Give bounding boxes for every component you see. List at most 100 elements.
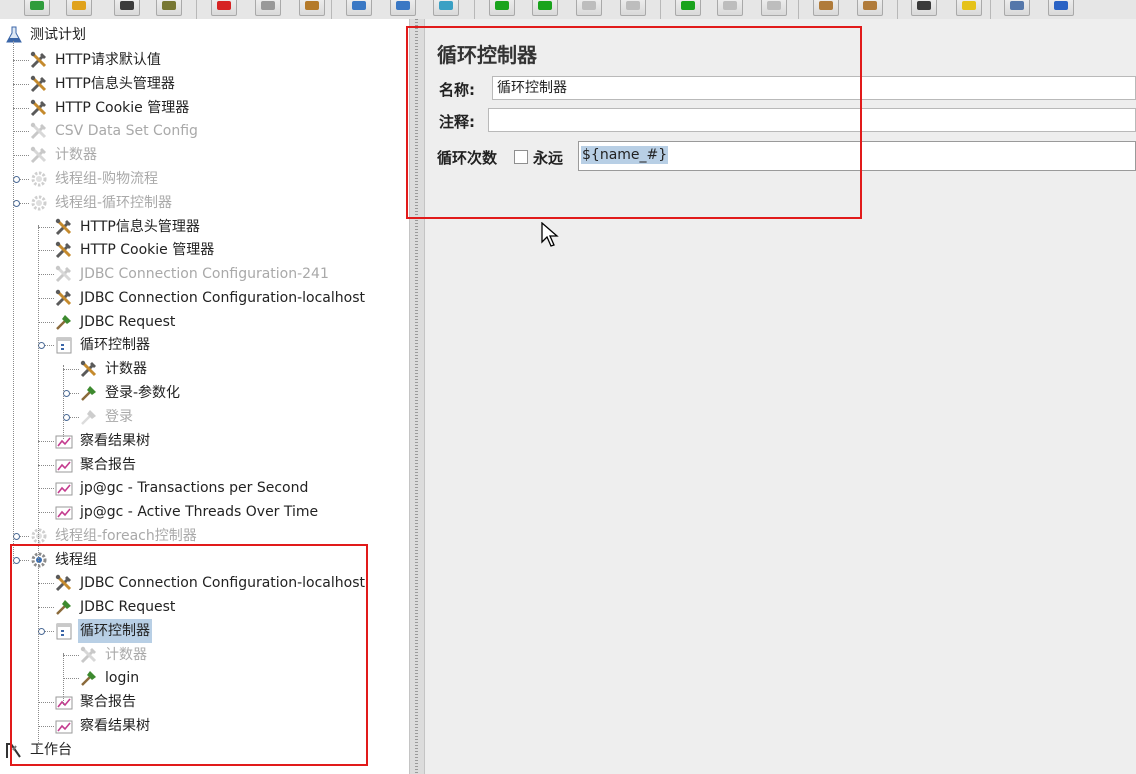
- config-element-icon: [54, 217, 74, 237]
- tree-node-label: JDBC Connection Configuration-241: [80, 266, 329, 282]
- collapse-button[interactable]: [390, 0, 416, 16]
- clear-button[interactable]: [813, 0, 839, 16]
- tree-node[interactable]: 察看结果树: [54, 429, 152, 453]
- tree-node-label: 聚合报告: [80, 457, 136, 473]
- start-no-pauses-button[interactable]: [532, 0, 558, 16]
- tree-node[interactable]: JDBC Request: [54, 310, 177, 334]
- config-element-icon: [79, 359, 99, 379]
- tree-node-label: 测试计划: [30, 27, 86, 43]
- tree-connector: [38, 227, 54, 228]
- expand-toggle-icon[interactable]: [63, 390, 70, 397]
- remote-stop-icon: [723, 1, 737, 10]
- tree-connector: [38, 465, 54, 466]
- paste-button[interactable]: [299, 0, 325, 16]
- highlight-box-thread-group: [10, 544, 368, 766]
- expand-button[interactable]: [346, 0, 372, 16]
- copy-icon: [261, 1, 275, 10]
- copy-button[interactable]: [255, 0, 281, 16]
- help-icon: [1054, 1, 1068, 10]
- help-button[interactable]: [1048, 0, 1074, 16]
- tree-node-label: JDBC Connection Configuration-localhost: [80, 290, 365, 306]
- remote-stop-button[interactable]: [717, 0, 743, 16]
- tree-node-label: 计数器: [55, 147, 97, 163]
- folder-button[interactable]: [66, 0, 92, 16]
- search-button[interactable]: [911, 0, 937, 16]
- tree-connector: [13, 131, 29, 132]
- toolbar-separator: [798, 0, 799, 19]
- tree-node-label: HTTP信息头管理器: [80, 219, 200, 235]
- open-button[interactable]: [24, 0, 50, 16]
- tree-node[interactable]: 计数器: [79, 357, 149, 381]
- tree-node[interactable]: CSV Data Set Config: [29, 119, 200, 143]
- tree-node[interactable]: JDBC Connection Configuration-localhost: [54, 286, 367, 310]
- remote-start-button[interactable]: [675, 0, 701, 16]
- tree-node-label: HTTP信息头管理器: [55, 76, 175, 92]
- shutdown-button[interactable]: [620, 0, 646, 16]
- loop-controller-icon: [54, 335, 74, 355]
- config-element-icon: [54, 264, 74, 284]
- start-icon: [495, 1, 509, 10]
- config-element-icon: [29, 145, 49, 165]
- stop-icon: [582, 1, 596, 10]
- tree-node[interactable]: HTTP请求默认值: [29, 48, 163, 72]
- save-icon: [120, 1, 134, 10]
- function-helper-button[interactable]: [1004, 0, 1030, 16]
- listener-icon: [54, 502, 74, 522]
- clear-icon: [819, 1, 833, 10]
- expand-toggle-icon[interactable]: [13, 176, 20, 183]
- remote-exit-button[interactable]: [761, 0, 787, 16]
- expand-toggle-icon[interactable]: [13, 533, 20, 540]
- start-button[interactable]: [489, 0, 515, 16]
- expand-toggle-icon[interactable]: [63, 414, 70, 421]
- thread-group-icon: [29, 169, 49, 189]
- tree-node[interactable]: HTTP Cookie 管理器: [54, 238, 216, 262]
- reset-search-icon: [962, 1, 976, 10]
- toggle-button[interactable]: [433, 0, 459, 16]
- collapse-toggle-icon[interactable]: [13, 200, 20, 207]
- start-no-pauses-icon: [538, 1, 552, 10]
- tree-node[interactable]: 循环控制器: [54, 333, 152, 357]
- shutdown-icon: [626, 1, 640, 10]
- reset-search-button[interactable]: [956, 0, 982, 16]
- save-button[interactable]: [114, 0, 140, 16]
- tree-connector: [38, 298, 54, 299]
- toolbar-separator: [474, 0, 475, 19]
- cut-icon: [217, 1, 231, 10]
- tree-connector: [13, 60, 29, 61]
- toolbar-separator: [990, 0, 991, 19]
- collapse-toggle-icon[interactable]: [38, 342, 45, 349]
- tree-node[interactable]: 线程组-购物流程: [29, 167, 160, 191]
- tree-node[interactable]: JDBC Connection Configuration-241: [54, 262, 331, 286]
- tree-node[interactable]: 登录-参数化: [79, 381, 182, 405]
- save-as-button[interactable]: [156, 0, 182, 16]
- tree-node[interactable]: 聚合报告: [54, 453, 138, 477]
- tree-node[interactable]: jp@gc - Transactions per Second: [54, 476, 310, 500]
- config-element-icon: [54, 240, 74, 260]
- toolbar: [0, 0, 1136, 19]
- cut-button[interactable]: [211, 0, 237, 16]
- toolbar-separator: [196, 0, 197, 19]
- test-plan-icon: [4, 25, 24, 45]
- tree-node-label: 线程组-循环控制器: [55, 195, 173, 211]
- listener-icon: [54, 478, 74, 498]
- tree-node[interactable]: HTTP信息头管理器: [29, 72, 177, 96]
- tree-node[interactable]: HTTP Cookie 管理器: [29, 96, 191, 120]
- function-helper-icon: [1010, 1, 1024, 10]
- tree-connector: [13, 108, 29, 109]
- tree-connector: [13, 84, 29, 85]
- remote-exit-icon: [767, 1, 781, 10]
- tree-connector: [38, 322, 54, 323]
- tree-node[interactable]: 线程组-循环控制器: [29, 191, 174, 215]
- clear-all-button[interactable]: [857, 0, 883, 16]
- tree-node-label: jp@gc - Transactions per Second: [80, 480, 309, 496]
- tree-node-label: 线程组-购物流程: [55, 171, 159, 187]
- tree-node[interactable]: jp@gc - Active Threads Over Time: [54, 500, 320, 524]
- tree-node[interactable]: 测试计划: [4, 23, 88, 47]
- tree-node[interactable]: 登录: [79, 405, 135, 429]
- tree-node[interactable]: HTTP信息头管理器: [54, 215, 202, 239]
- thread-group-icon: [29, 526, 49, 546]
- tree-node[interactable]: 计数器: [29, 143, 99, 167]
- stop-button[interactable]: [576, 0, 602, 16]
- tree-connector: [38, 488, 54, 489]
- mouse-cursor-icon: [541, 222, 559, 247]
